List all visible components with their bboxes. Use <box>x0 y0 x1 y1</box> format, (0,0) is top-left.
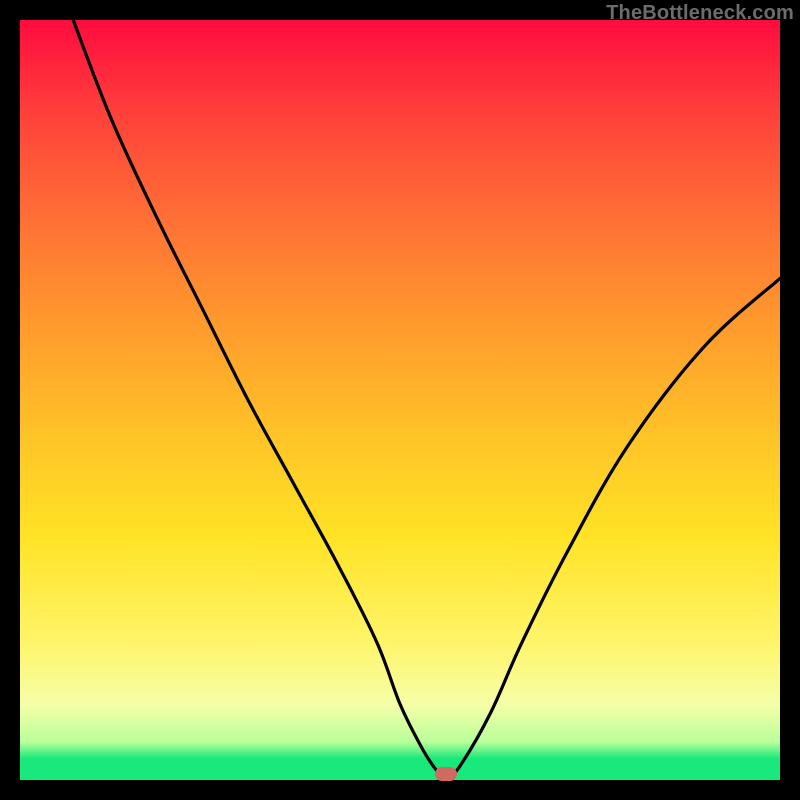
optimal-marker <box>435 767 457 781</box>
curve-path <box>73 20 780 780</box>
chart-frame: TheBottleneck.com <box>0 0 800 800</box>
bottleneck-curve <box>20 20 780 780</box>
watermark-text: TheBottleneck.com <box>606 2 794 25</box>
